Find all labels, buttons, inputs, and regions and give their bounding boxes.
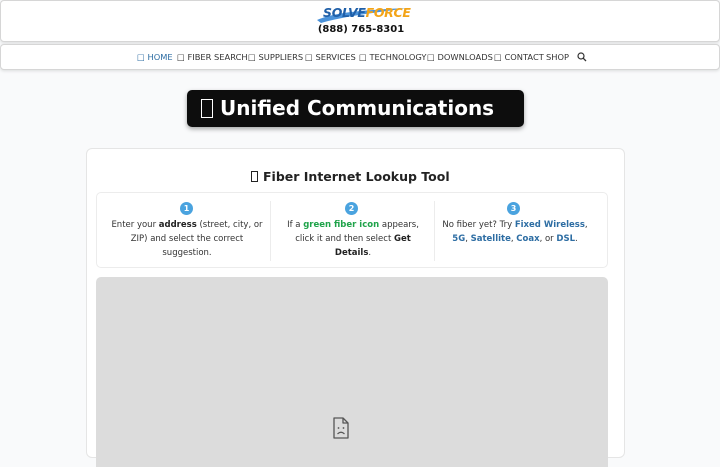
step-number-badge: 2 [345, 202, 358, 215]
nav-technology[interactable]: □ TECHNOLOGY [359, 52, 427, 62]
link-satellite[interactable]: Satellite [471, 234, 511, 244]
step-number-badge: 3 [507, 202, 520, 215]
hero-title: Unified Communications [220, 96, 495, 120]
link-5g[interactable]: 5G [452, 234, 465, 244]
nav-shop[interactable]: SHOP [546, 52, 569, 62]
nav-home[interactable]: □ HOME [137, 52, 173, 62]
hero-banner: Unified Communications [187, 90, 524, 127]
search-icon[interactable] [577, 52, 587, 62]
lookup-map-frame[interactable] [96, 277, 608, 467]
nav-contact[interactable]: □ CONTACT [494, 52, 544, 62]
missing-glyph-icon [201, 99, 213, 118]
nav-services[interactable]: □ SERVICES [305, 52, 356, 62]
broken-document-icon [333, 417, 349, 439]
tool-title: Fiber Internet Lookup Tool [263, 169, 450, 184]
link-coax[interactable]: Coax [516, 234, 539, 244]
step-3: 3 No fiber yet? Try Fixed Wireless, 5G, … [435, 193, 609, 269]
steps-panel: 1 Enter your address (street, city, or Z… [96, 192, 608, 268]
missing-glyph-icon [251, 171, 258, 182]
site-header: SOLVEFORCE (888) 765-8301 [0, 0, 720, 42]
step-2: 2 If a green fiber icon appears, click i… [271, 193, 434, 269]
logo-text: SOLVEFORCE [323, 5, 411, 20]
step-number-badge: 1 [180, 202, 193, 215]
main-nav: □ HOME □ FIBER SEARCH □ SUPPLIERS □ SERV… [0, 44, 720, 70]
nav-downloads[interactable]: □ DOWNLOADS [427, 52, 493, 62]
step-1: 1 Enter your address (street, city, or Z… [97, 193, 270, 269]
nav-fiber-search[interactable]: □ FIBER SEARCH [177, 52, 248, 62]
step-3-text: No fiber yet? Try Fixed Wireless, 5G, Sa… [442, 220, 588, 244]
nav-suppliers[interactable]: □ SUPPLIERS [248, 52, 303, 62]
step-2-text: If a green fiber icon appears, click it … [287, 220, 419, 258]
phone-number[interactable]: (888) 765-8301 [1, 24, 720, 35]
link-fixed-wireless[interactable]: Fixed Wireless [515, 220, 585, 230]
solveforce-logo[interactable]: SOLVEFORCE [315, 4, 411, 24]
step-1-text: Enter your address (street, city, or ZIP… [111, 220, 263, 258]
fiber-lookup-card: Fiber Internet Lookup Tool 1 Enter your … [86, 148, 625, 467]
link-dsl[interactable]: DSL [556, 234, 575, 244]
